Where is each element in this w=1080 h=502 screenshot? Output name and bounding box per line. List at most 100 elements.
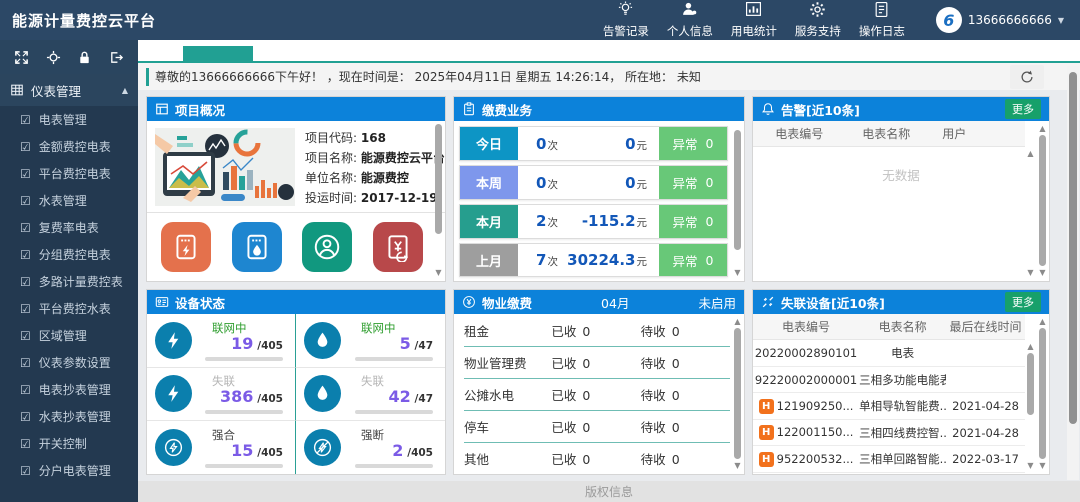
scrollbar-thumb[interactable] xyxy=(734,130,741,250)
sidebar-group-meter-management[interactable]: 仪表管理 ▲ xyxy=(0,74,138,106)
sidebar-item[interactable]: ☑区域管理 xyxy=(0,322,138,349)
scroll-up-icon[interactable]: ▲ xyxy=(1039,317,1045,326)
sidebar-item[interactable]: ☑分组费控电表 xyxy=(0,241,138,268)
nav-operation-log[interactable]: 操作日志 xyxy=(850,1,914,39)
user-icon[interactable] xyxy=(302,222,352,272)
sidebar-item[interactable]: ☑电表抄表管理 xyxy=(0,376,138,403)
sidebar-item[interactable]: ☑分户电表管理 xyxy=(0,457,138,484)
table-row[interactable]: H121909250...单相导轨智能费...2021-04-28 xyxy=(753,393,1025,420)
force-off-icon xyxy=(304,429,341,466)
yuan-bill-icon[interactable] xyxy=(373,222,423,272)
tab-home[interactable] xyxy=(183,46,253,61)
personal-info-icon xyxy=(681,1,698,21)
lock-icon[interactable] xyxy=(73,45,97,69)
column-header: 电表编号 xyxy=(753,125,845,142)
app-title: 能源计量费控云平台 xyxy=(0,10,156,31)
progress-bar xyxy=(355,410,433,414)
checkbox-icon: ☑ xyxy=(20,221,31,235)
sidebar-item[interactable]: ☑平台费控电表 xyxy=(0,160,138,187)
nav-personal-info[interactable]: 个人信息 xyxy=(658,1,722,39)
period-label: 本周 xyxy=(460,166,518,199)
scrollbar-thumb[interactable] xyxy=(734,328,741,459)
sidebar-item[interactable]: ☑开关控制 xyxy=(0,430,138,457)
scroll-up-icon[interactable]: ▲ xyxy=(1027,149,1033,158)
nav-service-support[interactable]: 服务支持 xyxy=(786,1,850,39)
status-cell: 联网中19 /405 xyxy=(147,314,296,367)
scroll-down-icon[interactable]: ▼ xyxy=(1039,268,1045,277)
pay-count: 7次 xyxy=(536,251,558,269)
h-badge: H xyxy=(759,399,774,414)
sidebar-item[interactable]: ☑水表管理 xyxy=(0,187,138,214)
scroll-down-icon[interactable]: ▼ xyxy=(435,268,441,277)
panel-scrollbar: ▼ xyxy=(433,124,444,277)
scroll-down-icon[interactable]: ▼ xyxy=(1039,461,1045,470)
panel-scrollbar: ▲ ▼ xyxy=(1037,124,1048,277)
payment-rows: 今日 0次0元 异常0 本周 0次0元 异常0 本月 2次-115.2元 异常0… xyxy=(454,121,744,281)
nav-alarm-record[interactable]: 告警记录 xyxy=(594,1,658,39)
sidebar-item[interactable]: ☑复费率电表 xyxy=(0,214,138,241)
checkbox-icon: ☑ xyxy=(20,356,31,370)
refresh-button[interactable] xyxy=(1010,65,1044,89)
sidebar-item[interactable]: ☑电表管理 xyxy=(0,106,138,133)
user-menu[interactable]: 6 13666666666 ▼ xyxy=(914,7,1080,33)
status-cell: 强合15 /405 xyxy=(147,421,296,474)
scrollbar-thumb[interactable] xyxy=(1039,135,1046,266)
table-row[interactable]: H952200532...三相单回路智能...2022-03-17 xyxy=(753,446,1025,473)
sidebar-item-label: 分户电表管理 xyxy=(39,462,111,479)
scrollbar-thumb[interactable] xyxy=(1027,353,1034,415)
table-row[interactable]: 92220002000001三相多功能电能表 xyxy=(753,367,1025,394)
water-meter-icon[interactable] xyxy=(232,222,282,272)
scrollbar-thumb[interactable] xyxy=(1069,72,1077,424)
scroll-down-icon[interactable]: ▼ xyxy=(1027,461,1033,470)
locate-icon[interactable] xyxy=(41,45,65,69)
table-row[interactable]: H122001150...三相四线费控智...2021-04-28 xyxy=(753,420,1025,447)
panel-header: 告警[近10条] 更多 xyxy=(753,97,1049,121)
pay-count: 0次 xyxy=(536,174,558,192)
table-row[interactable]: 20220002890101电表 xyxy=(753,340,1025,367)
scroll-up-icon[interactable]: ▲ xyxy=(734,317,740,326)
electric-meter-icon[interactable] xyxy=(161,222,211,272)
scroll-down-icon[interactable]: ▼ xyxy=(1027,268,1033,277)
checkbox-icon: ☑ xyxy=(20,329,31,343)
project-shortcuts xyxy=(147,213,445,281)
more-button[interactable]: 更多 xyxy=(1005,292,1041,312)
status-total: /405 xyxy=(407,447,433,459)
property-status: 未启用 xyxy=(698,293,736,312)
status-value: 19 xyxy=(231,334,253,353)
fullscreen-icon[interactable] xyxy=(10,45,34,69)
progress-bar xyxy=(205,410,283,414)
checkbox-icon: ☑ xyxy=(20,140,31,154)
water-icon xyxy=(304,322,341,359)
sidebar-item[interactable]: ☑多路计量费控表 xyxy=(0,268,138,295)
nav-electricity-stats[interactable]: 用电统计 xyxy=(722,1,786,39)
property-row: 停车已收0待收0 xyxy=(464,411,730,443)
logout-icon[interactable] xyxy=(104,45,128,69)
table-scrollbar: ▲ ▼ xyxy=(1025,149,1036,277)
sidebar-item[interactable]: ☑平台费控水表 xyxy=(0,295,138,322)
alarm-table-header: 电表编号 电表名称 用户 xyxy=(753,121,1025,147)
panel-header: 设备状态 xyxy=(147,290,445,314)
group-label: 仪表管理 xyxy=(31,81,81,100)
sidebar: 仪表管理 ▲ ☑电表管理 ☑金额费控电表 ☑平台费控电表 ☑水表管理 ☑复费率电… xyxy=(0,40,138,502)
panel-title: 告警[近10条] xyxy=(781,100,860,119)
sidebar-item[interactable]: ☑水表抄表管理 xyxy=(0,403,138,430)
service-support-icon xyxy=(809,1,826,21)
scrollbar-thumb[interactable] xyxy=(435,124,442,234)
sidebar-item[interactable]: ☑金额费控电表 xyxy=(0,133,138,160)
scroll-down-icon[interactable]: ▼ xyxy=(734,268,740,277)
project-field: 项目名称: 能源费控云平台 xyxy=(305,149,445,166)
scrollbar-thumb[interactable] xyxy=(1039,328,1046,459)
more-button[interactable]: 更多 xyxy=(1005,99,1041,119)
main-scrollbar xyxy=(1067,66,1079,480)
panel-scrollbar: ▲ ▼ xyxy=(732,317,743,470)
property-row: 其他已收0待收0 xyxy=(464,443,730,474)
accent-bar xyxy=(146,68,149,86)
scroll-up-icon[interactable]: ▲ xyxy=(1027,342,1033,351)
scroll-up-icon[interactable]: ▲ xyxy=(1039,124,1045,133)
property-row: 租金已收0待收0 xyxy=(464,314,730,346)
yuan-circle-icon xyxy=(462,295,476,309)
scroll-down-icon[interactable]: ▼ xyxy=(734,461,740,470)
status-label: 强断 xyxy=(361,427,384,443)
sidebar-item[interactable]: ☑仪表参数设置 xyxy=(0,349,138,376)
pay-amount: 30224.3元 xyxy=(567,251,647,269)
